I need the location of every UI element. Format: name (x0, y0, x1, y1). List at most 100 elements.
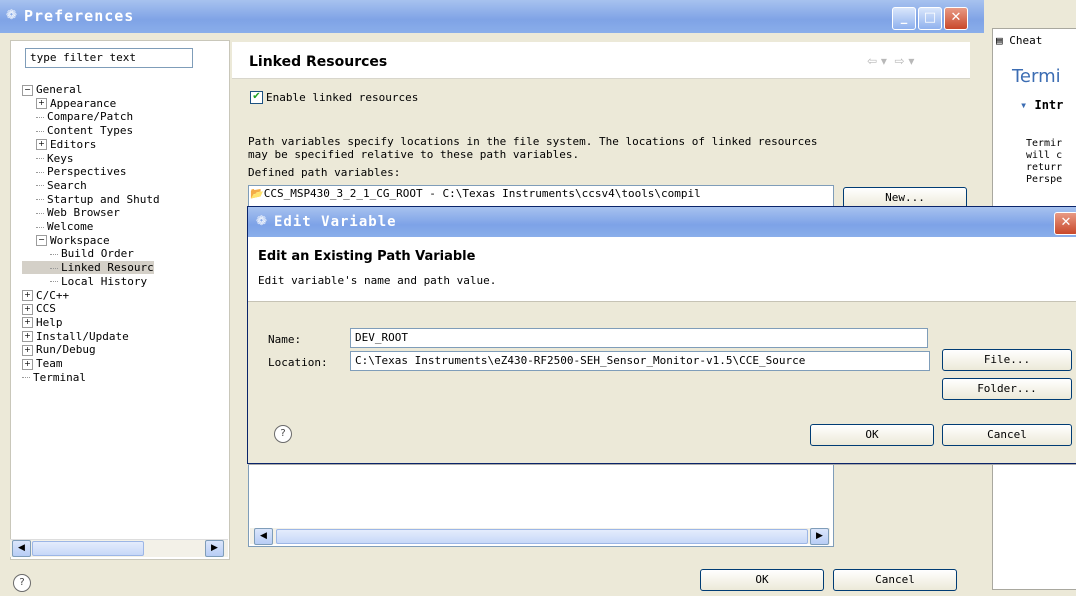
description-line-1: Path variables specify locations in the … (248, 135, 818, 148)
tree-item[interactable]: + Install/Update (22, 330, 129, 343)
enable-linked-checkbox[interactable]: ✔ (250, 91, 263, 104)
tree-item[interactable]: − General (22, 83, 82, 96)
cheat-sheet-tab-label: Cheat (1009, 34, 1043, 47)
page-title: Linked Resources (249, 54, 388, 70)
expand-icon[interactable]: + (22, 317, 33, 329)
enable-linked-label[interactable]: Enable linked resources (266, 91, 418, 104)
cheat-sheet-section-label: Intr (1034, 98, 1064, 112)
tree-item[interactable]: + Appearance (22, 97, 116, 110)
location-label: Location: (268, 356, 328, 369)
collapse-icon[interactable]: − (36, 235, 47, 247)
variable-row[interactable]: 📂CCS_MSP430_3_2_1_CG_ROOT - C:\Texas Ins… (250, 187, 830, 203)
tree-item-label: C/C++ (36, 288, 70, 302)
name-label: Name: (268, 333, 302, 346)
tree-item[interactable]: Keys (22, 152, 74, 165)
dialog-cancel-button[interactable]: Cancel (942, 424, 1072, 446)
list-scroll-right-button[interactable]: ▶ (810, 528, 829, 545)
file-button[interactable]: File... (942, 349, 1072, 371)
description-line-2: may be specified relative to these path … (248, 148, 580, 161)
scroll-left-button[interactable]: ◀ (12, 540, 31, 557)
expand-icon[interactable]: + (22, 303, 33, 315)
tree-item[interactable]: + Team (22, 357, 63, 370)
folder-button[interactable]: Folder... (942, 378, 1072, 400)
forward-arrow-icon[interactable]: ⇨ ▾ (895, 54, 915, 68)
filter-input[interactable]: type filter text (25, 48, 193, 68)
collapse-arrow-icon: ▾ (1020, 98, 1028, 112)
tree-item[interactable]: Search (22, 179, 87, 192)
tree-item[interactable]: Perspectives (22, 165, 126, 178)
defined-variables-label: Defined path variables: (248, 166, 401, 179)
tree-item[interactable]: + Run/Debug (22, 343, 96, 356)
tree-connector (50, 253, 58, 255)
page-header: Linked Resources ⇦ ▾ ⇨ ▾ (232, 42, 970, 79)
dialog-subheading: Edit variable's name and path value. (258, 274, 497, 287)
tree-item-label: Editors (50, 137, 97, 151)
location-field[interactable]: C:\Texas Instruments\eZ430-RF2500-SEH_Se… (350, 351, 930, 371)
collapse-icon[interactable]: − (22, 84, 33, 96)
tree-item[interactable]: Welcome (22, 220, 93, 233)
variable-row-text: CCS_MSP430_3_2_1_CG_ROOT - C:\Texas Inst… (263, 187, 701, 200)
tree-item[interactable]: Build Order (22, 247, 134, 260)
scroll-thumb[interactable] (32, 541, 144, 556)
tree-item[interactable]: + CCS (22, 302, 56, 315)
dialog-heading: Edit an Existing Path Variable (258, 249, 476, 264)
preferences-title: Preferences (24, 7, 135, 25)
expand-icon[interactable]: + (36, 139, 47, 151)
dialog-title-bar[interactable]: ❁ Edit Variable ✕ (248, 207, 1076, 237)
maximize-button[interactable]: □ (918, 7, 942, 30)
cheat-sheet-tab[interactable]: ▤ Cheat (996, 34, 1042, 47)
tree-item[interactable]: + C/C++ (22, 289, 69, 302)
tree-horizontal-scrollbar[interactable]: ◀ ▶ (10, 539, 228, 557)
preferences-title-bar[interactable]: ❁ Preferences _ □ ✕ (0, 0, 984, 33)
minimize-button[interactable]: _ (892, 7, 916, 30)
preferences-window-icon: ❁ (6, 8, 17, 23)
dialog-ok-button[interactable]: OK (810, 424, 934, 446)
dialog-help-icon[interactable]: ? (274, 425, 292, 443)
chevron-left-icon: ◀ (260, 531, 267, 541)
name-field[interactable]: DEV_ROOT (350, 328, 928, 348)
dialog-close-button[interactable]: ✕ (1054, 212, 1076, 235)
minimize-icon: _ (900, 10, 908, 25)
tree-item[interactable]: Web Browser (22, 206, 120, 219)
tree-item-label: Workspace (50, 233, 110, 247)
list-scroll-left-button[interactable]: ◀ (254, 528, 273, 545)
expand-icon[interactable]: + (22, 358, 33, 370)
tree-item[interactable]: + Editors (22, 138, 96, 151)
expand-icon[interactable]: + (22, 331, 33, 343)
cheat-sheet-text: Termir will c returr Perspe (1026, 138, 1062, 186)
back-forward-nav[interactable]: ⇦ ▾ ⇨ ▾ (867, 54, 914, 68)
chevron-left-icon: ◀ (18, 543, 25, 553)
expand-icon[interactable]: + (22, 290, 33, 301)
tree-item-label: CCS (36, 302, 56, 316)
expand-icon[interactable]: + (36, 98, 47, 110)
tree-item-label: Keys (47, 151, 74, 165)
cheat-sheet-title: Termi (1012, 66, 1061, 87)
edit-variable-dialog: ❁ Edit Variable ✕ Edit an Existing Path … (247, 206, 1076, 464)
tree-item[interactable]: Terminal (22, 371, 86, 384)
expand-icon[interactable]: + (22, 344, 33, 356)
tree-item-label: Web Browser (47, 206, 120, 220)
folder-icon: 📂 (250, 187, 264, 200)
dialog-cancel-button-label: Cancel (987, 428, 1027, 441)
tree-connector (36, 171, 44, 173)
tree-connector (36, 116, 44, 118)
tree-item[interactable]: Local History (22, 275, 147, 288)
cheat-sheet-section[interactable]: ▾ Intr (1020, 98, 1063, 112)
scroll-right-button[interactable]: ▶ (205, 540, 224, 557)
close-button[interactable]: ✕ (944, 7, 968, 30)
ok-button[interactable]: OK (700, 569, 824, 591)
tree-item[interactable]: Linked Resourc (22, 261, 154, 275)
list-scroll-thumb[interactable] (276, 529, 808, 544)
back-arrow-icon[interactable]: ⇦ ▾ (867, 54, 887, 68)
tree-item[interactable]: Startup and Shutd (22, 193, 160, 206)
cancel-button[interactable]: Cancel (833, 569, 957, 591)
tree-connector (50, 267, 58, 269)
file-button-label: File... (983, 353, 1031, 366)
tree-item[interactable]: Compare/Patch (22, 110, 133, 123)
list-horizontal-scrollbar[interactable]: ◀ ▶ (250, 528, 830, 545)
tree-item[interactable]: Content Types (22, 124, 133, 137)
tree-item[interactable]: + Help (22, 316, 63, 329)
tree-connector (36, 185, 44, 187)
tree-item[interactable]: − Workspace (22, 234, 110, 247)
help-icon[interactable]: ? (13, 574, 31, 592)
